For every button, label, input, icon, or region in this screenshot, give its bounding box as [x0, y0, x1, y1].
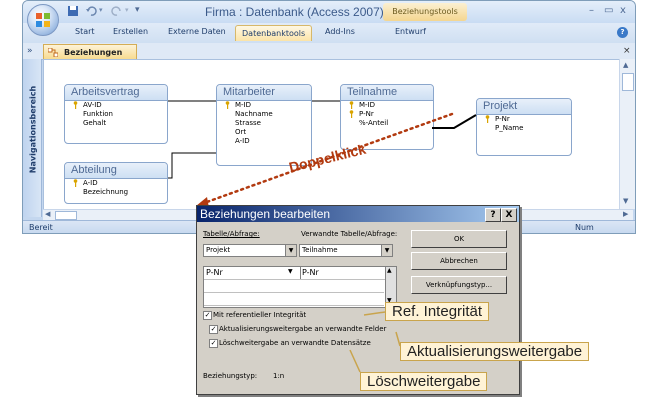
- callout-aktualisierungsweitergabe: Aktualisierungsweitergabe: [400, 342, 590, 361]
- callout-ref-integritaet: Ref. Integrität: [385, 302, 490, 321]
- office-button[interactable]: [27, 4, 59, 36]
- callout-loeschweitergabe: Löschweitergabe: [360, 372, 488, 391]
- office-logo-icon: [36, 13, 50, 27]
- callout-pointers: [349, 311, 401, 373]
